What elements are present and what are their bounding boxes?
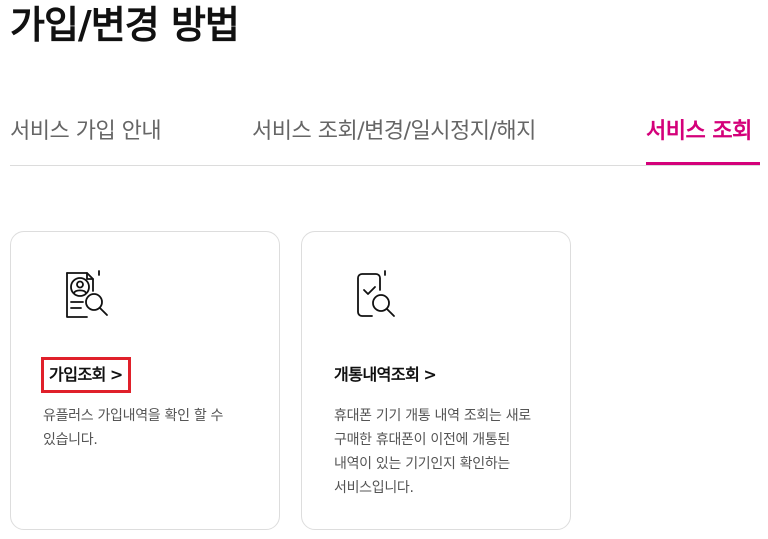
card-description: 유플러스 가입내역을 확인 할 수 있습니다. [43, 408, 224, 448]
phone-check-search-icon [352, 268, 408, 324]
page-title: 가입/변경 방법 [10, 3, 240, 47]
document-profile-search-icon [61, 268, 117, 324]
card-title-label: 개통내역조회 [334, 365, 420, 384]
card-activation-history-inquiry[interactable]: 개통내역조회 > 휴대폰 기기 개통 내역 조회는 새로 구매한 휴대폰이 이전에… [301, 231, 571, 530]
page: 가입/변경 방법 서비스 가입 안내 서비스 조회/변경/일시정지/해지 서비스… [0, 0, 768, 539]
tab-service-signup-guide[interactable]: 서비스 가입 안내 [10, 118, 162, 146]
chevron-right-icon: > [423, 365, 437, 384]
card-subscription-inquiry[interactable]: 가입조회 > 유플러스 가입내역을 확인 할 수 있습니다. [10, 231, 280, 530]
tab-service-inquiry-change-suspend-cancel[interactable]: 서비스 조회/변경/일시정지/해지 [252, 118, 536, 146]
card-title-activation-history-inquiry[interactable]: 개통내역조회 > [334, 361, 437, 389]
card-title-subscription-inquiry[interactable]: 가입조회 > [41, 357, 131, 393]
chevron-right-icon: > [109, 365, 123, 384]
tab-divider [10, 165, 760, 166]
card-description: 휴대폰 기기 개통 내역 조회는 새로 구매한 휴대폰이 이전에 개통된 내역이… [334, 408, 531, 496]
tab-service-inquiry[interactable]: 서비스 조회 [646, 118, 752, 146]
active-tab-indicator [646, 162, 760, 165]
card-title-label: 가입조회 [49, 365, 106, 384]
